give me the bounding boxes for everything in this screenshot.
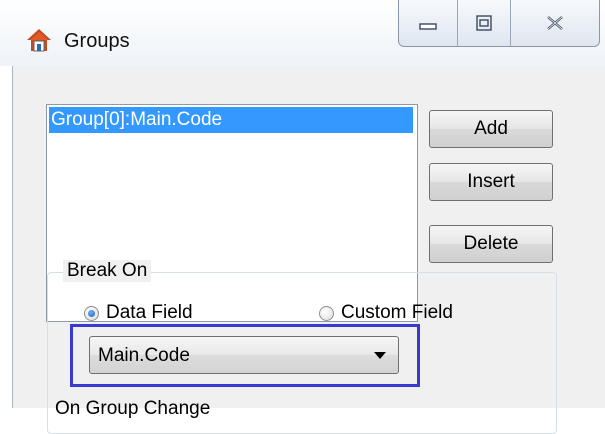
- maximize-icon: [476, 15, 492, 31]
- break-on-label: Break On: [63, 260, 152, 282]
- window-title: Groups: [64, 30, 130, 52]
- data-field-label[interactable]: Data Field: [106, 302, 193, 324]
- delete-button[interactable]: Delete: [429, 225, 553, 263]
- highlight-box: [70, 324, 420, 387]
- dialog-body: Group[0]:Main.Code Add Insert Delete Bre…: [12, 66, 605, 434]
- add-button[interactable]: Add: [429, 110, 553, 148]
- house-icon: [27, 29, 51, 52]
- on-group-change-label: On Group Change: [55, 398, 211, 419]
- minimize-icon: [419, 23, 437, 30]
- groups-window: Groups Group[0]:Main.Code Add Insert Del…: [0, 0, 605, 434]
- custom-field-label[interactable]: Custom Field: [341, 302, 453, 324]
- data-field-radio[interactable]: [84, 306, 99, 321]
- custom-field-radio[interactable]: [319, 306, 334, 321]
- maximize-button[interactable]: [458, 0, 511, 46]
- close-icon: [547, 16, 563, 30]
- close-button[interactable]: [511, 0, 599, 46]
- list-item[interactable]: Group[0]:Main.Code: [49, 107, 413, 133]
- title-bar[interactable]: Groups: [0, 0, 605, 66]
- window-controls: [398, 0, 600, 47]
- insert-button[interactable]: Insert: [429, 163, 553, 201]
- minimize-button[interactable]: [399, 0, 458, 46]
